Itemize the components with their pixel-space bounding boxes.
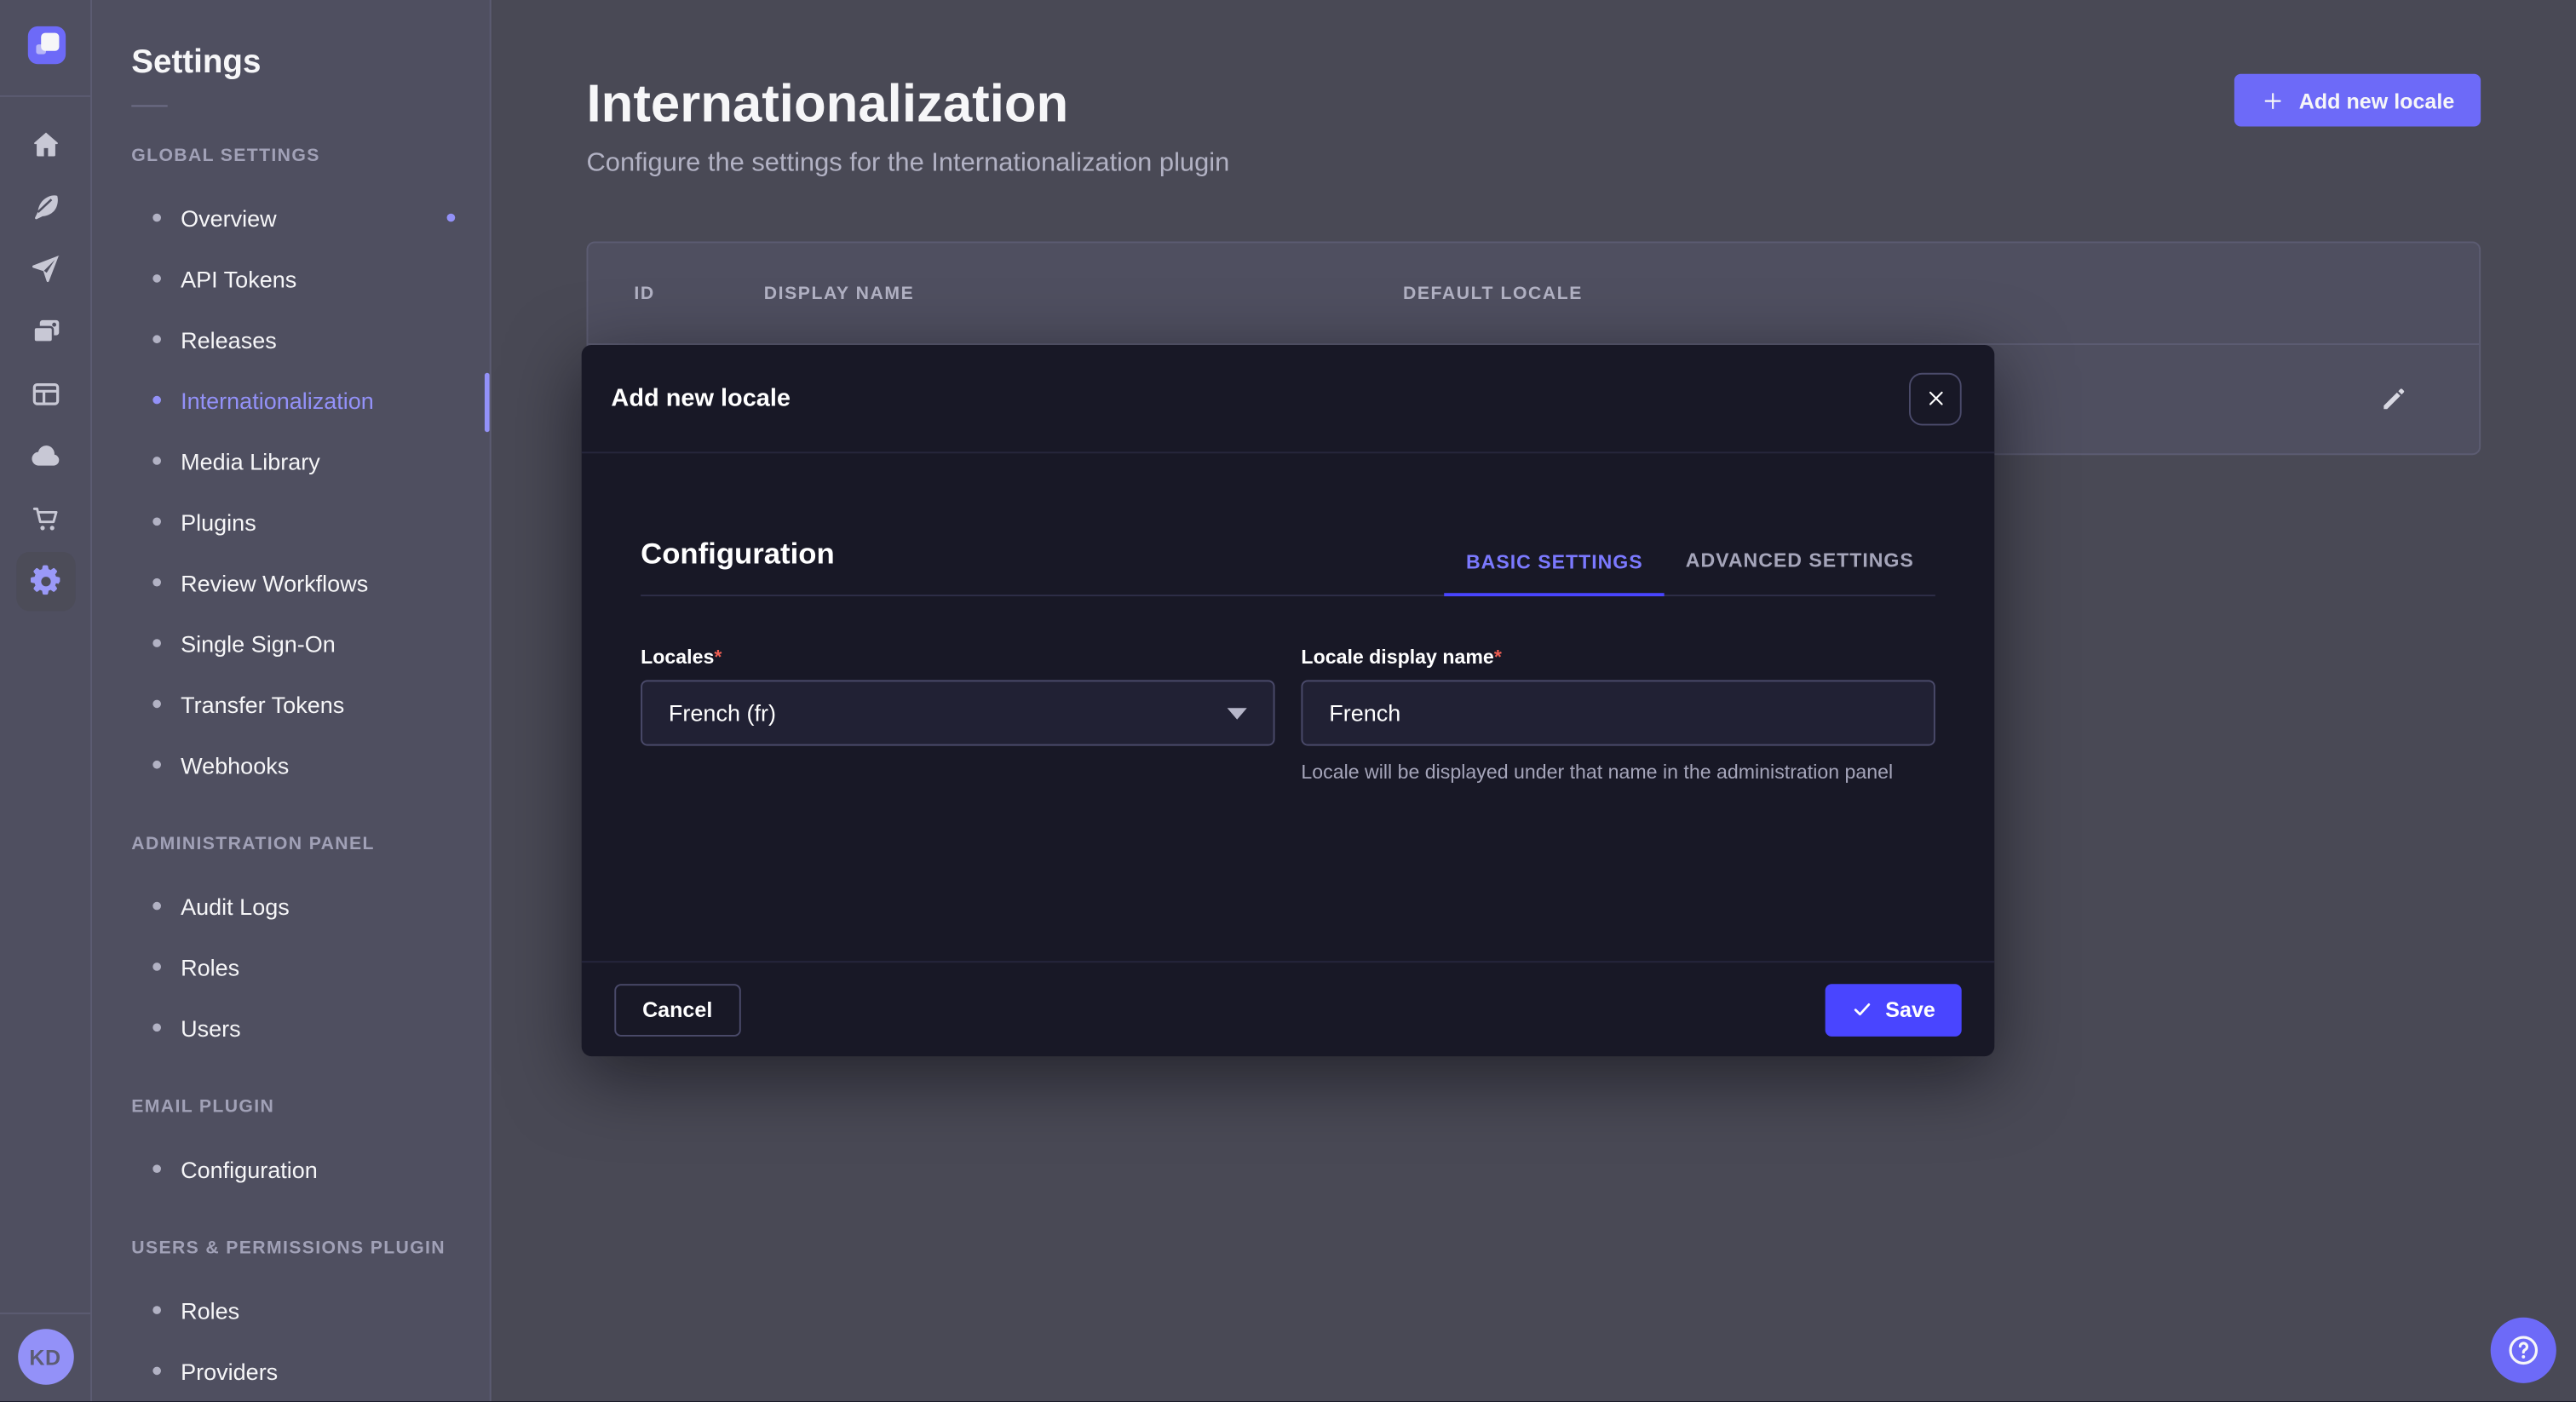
locales-field-group: Locales* French (fr) xyxy=(641,646,1274,787)
add-locale-modal: Add new locale Configuration BASIC SETTI… xyxy=(582,345,1995,1056)
required-asterisk: * xyxy=(1494,646,1502,669)
modal-header: Add new locale xyxy=(582,345,1995,453)
display-name-input[interactable] xyxy=(1301,680,1935,745)
locales-select-value: French (fr) xyxy=(669,700,776,727)
locales-select[interactable]: French (fr) xyxy=(641,680,1274,745)
configuration-section-header: Configuration BASIC SETTINGS ADVANCED SE… xyxy=(641,536,1935,596)
check-icon xyxy=(1851,999,1872,1020)
tab-advanced-settings[interactable]: ADVANCED SETTINGS xyxy=(1665,549,1935,595)
tab-basic-settings[interactable]: BASIC SETTINGS xyxy=(1445,549,1665,596)
modal-body: Configuration BASIC SETTINGS ADVANCED SE… xyxy=(582,536,1995,787)
close-button[interactable] xyxy=(1909,372,1962,425)
locales-label: Locales* xyxy=(641,646,1274,670)
chevron-down-icon xyxy=(1228,707,1247,719)
display-name-hint: Locale will be displayed under that name… xyxy=(1301,759,1935,787)
save-button[interactable]: Save xyxy=(1825,983,1962,1036)
display-name-field-group: Locale display name* Locale will be disp… xyxy=(1301,646,1935,787)
required-asterisk: * xyxy=(714,646,722,669)
display-name-label: Locale display name* xyxy=(1301,646,1935,670)
locales-label-text: Locales xyxy=(641,646,714,669)
cancel-button[interactable]: Cancel xyxy=(614,983,740,1036)
form-fields: Locales* French (fr) Locale display name… xyxy=(641,646,1935,787)
section-title: Configuration xyxy=(641,536,835,572)
display-name-label-text: Locale display name xyxy=(1301,646,1493,669)
settings-tabs: BASIC SETTINGS ADVANCED SETTINGS xyxy=(1445,549,1935,595)
modal-title: Add new locale xyxy=(611,384,791,412)
save-button-label: Save xyxy=(1885,997,1935,1022)
modal-footer: Cancel Save xyxy=(582,961,1995,1056)
strapi-admin: KD Settings GLOBAL SETTINGS Overview API… xyxy=(0,0,2576,1402)
close-icon xyxy=(1924,388,1946,409)
